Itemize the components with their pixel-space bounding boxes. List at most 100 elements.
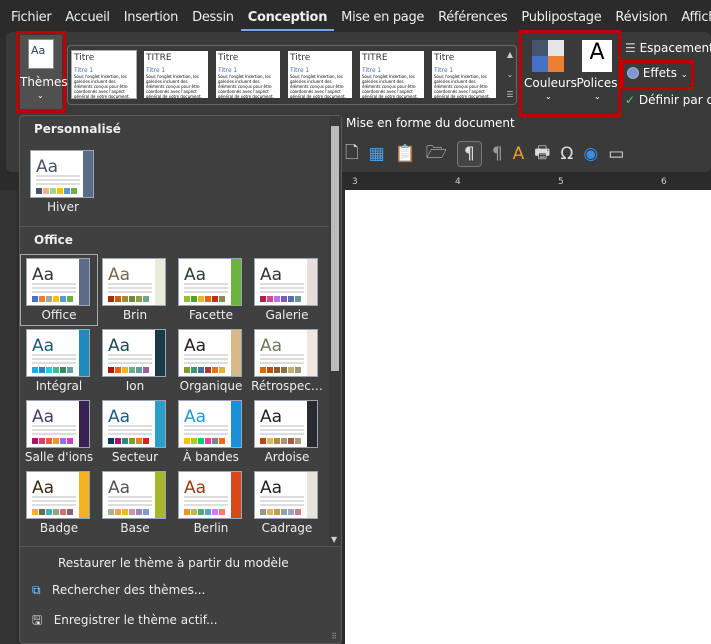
theme-item[interactable]: Aa Rétrospec… — [250, 327, 324, 395]
tab-1[interactable]: Accueil — [58, 0, 116, 36]
theme-font-sample: Aa — [108, 265, 131, 285]
theme-item[interactable]: Aa Base — [98, 469, 172, 537]
line — [260, 358, 304, 360]
scroll-down-icon[interactable]: ▼ — [331, 535, 337, 544]
theme-item[interactable]: Aa Brin — [98, 256, 172, 324]
theme-item[interactable]: Aa Secteur — [98, 398, 172, 466]
circle-shape-icon[interactable]: ◉ — [583, 144, 598, 164]
open-folder-icon[interactable]: 🗁 — [426, 140, 447, 169]
theme-item[interactable]: Aa Badge — [22, 469, 96, 537]
line — [32, 429, 76, 431]
color-swatch — [205, 367, 211, 373]
themes-button[interactable]: Aa Thèmes ⌄ — [20, 35, 68, 109]
resize-grip[interactable]: ⠿ — [331, 632, 337, 641]
theme-name: Galerie — [265, 308, 309, 322]
effects-button[interactable]: Effets ⌄ — [627, 66, 688, 80]
style-set-item[interactable]: Titre Titre 1 Sous l'onglet Insertion, les… — [71, 50, 137, 99]
color-swatch — [136, 438, 142, 444]
color-swatch — [143, 438, 149, 444]
color-swatch — [115, 367, 121, 373]
style-set-gallery[interactable]: Titre Titre 1 Sous l'onglet Insertion, les… — [67, 45, 517, 105]
insert-table-icon[interactable]: ▦ — [369, 144, 385, 164]
gallery-scroll[interactable]: ▲ ⌄ ☰ — [503, 45, 517, 105]
new-document-icon[interactable]: 🗋 — [345, 140, 359, 169]
line — [108, 287, 152, 289]
theme-accent — [155, 472, 165, 518]
scrollbar-thumb[interactable] — [331, 126, 339, 371]
show-marks-icon[interactable]: ¶ — [457, 141, 482, 167]
line — [184, 425, 228, 427]
style-set-item[interactable]: Titre Titre 1 Sous l'onglet Insertion, les… — [432, 51, 496, 98]
restore-theme-item[interactable]: Restaurer le thème à partir du modèle — [58, 556, 289, 570]
line — [184, 429, 228, 431]
line — [108, 504, 152, 506]
theme-item[interactable]: Aa Hiver — [26, 148, 100, 216]
paragraph-spacing-button[interactable]: ☰ Espacement — [625, 41, 711, 55]
style-title: Titre — [74, 53, 95, 63]
theme-item[interactable]: Aa À bandes — [174, 398, 248, 466]
theme-item[interactable]: Aa Berlin — [174, 469, 248, 537]
color-swatch — [122, 438, 128, 444]
set-default-button[interactable]: ✓ Définir par d — [625, 93, 711, 107]
tab-5[interactable]: Mise en page — [334, 0, 431, 36]
line — [260, 425, 304, 427]
browse-themes-item[interactable]: ⧉ Rechercher des thèmes... — [32, 583, 205, 598]
textbox-icon[interactable]: ▭ — [608, 144, 624, 164]
color-swatch — [198, 367, 204, 373]
color-swatch — [143, 367, 149, 373]
save-theme-item[interactable]: 🖫 Enregistrer le thème actif... — [32, 611, 218, 632]
theme-item[interactable]: Aa Salle d'ions — [22, 398, 96, 466]
paste-text-icon[interactable]: A — [513, 144, 525, 164]
color-swatch — [295, 509, 301, 515]
document-page[interactable] — [345, 190, 711, 644]
tab-2[interactable]: Insertion — [117, 0, 185, 36]
theme-font-sample: Aa — [32, 478, 55, 498]
theme-item[interactable]: Aa Galerie — [250, 256, 324, 324]
scrollbar[interactable]: ▼ — [329, 116, 341, 546]
theme-accent — [155, 330, 165, 376]
color-swatch — [274, 509, 280, 515]
print-preview-icon[interactable]: 🖶 — [534, 140, 550, 169]
style-set-item[interactable]: TITRE Titre 1 Sous l'onglet Insertion, les… — [144, 51, 208, 98]
theme-item[interactable]: Aa Cadrage — [250, 469, 324, 537]
themes-icon: Aa — [28, 39, 54, 69]
color-swatch — [46, 509, 52, 515]
color-swatch — [267, 438, 273, 444]
tab-3[interactable]: Dessin — [185, 0, 241, 36]
theme-name: Brin — [122, 308, 148, 322]
color-swatch — [184, 367, 190, 373]
theme-swatches — [108, 296, 149, 302]
color-swatch — [32, 438, 38, 444]
color-swatch — [191, 509, 197, 515]
line — [32, 354, 76, 356]
theme-swatches — [32, 367, 73, 373]
theme-item[interactable]: Aa Ardoise — [250, 398, 324, 466]
colors-button[interactable]: Couleurs ⌄ — [524, 36, 577, 112]
style-set-item[interactable]: TITRE Titre 1 Sous l'onglet Insertion, les… — [360, 51, 424, 98]
style-set-item[interactable]: Titre Titre 1 Sous l'onglet Insertion, les… — [288, 51, 352, 98]
color-swatch — [205, 438, 211, 444]
theme-item[interactable]: Aa Ion — [98, 327, 172, 395]
theme-item[interactable]: Aa Organique — [174, 327, 248, 395]
theme-name: À bandes — [183, 450, 239, 464]
fonts-button[interactable]: A Polices ⌄ — [574, 36, 620, 112]
theme-name: Ion — [125, 379, 145, 393]
style-set-item[interactable]: Titre Titre 1 Sous l'onglet Insertion, les… — [216, 51, 280, 98]
theme-item[interactable]: Aa Facette — [174, 256, 248, 324]
theme-name: Rétrospec… — [251, 379, 323, 393]
tab-4[interactable]: Conception — [240, 0, 335, 31]
paragraph-icon[interactable]: ¶ — [492, 144, 503, 164]
line — [36, 175, 80, 177]
colors-label: Couleurs — [524, 76, 577, 90]
tab-9[interactable]: Affichage — [674, 0, 711, 36]
theme-item[interactable]: Aa Intégral — [22, 327, 96, 395]
tab-6[interactable]: Références — [431, 0, 514, 36]
theme-font-sample: Aa — [108, 478, 131, 498]
theme-swatches — [32, 296, 73, 302]
theme-item[interactable]: Aa Office — [20, 254, 98, 326]
clipboard-icon[interactable]: 📋 — [395, 144, 416, 164]
line — [260, 504, 304, 506]
style-subtitle: Titre 1 — [74, 67, 94, 74]
symbol-icon[interactable]: Ω — [560, 144, 573, 164]
ruler-number: 6 — [661, 177, 667, 187]
